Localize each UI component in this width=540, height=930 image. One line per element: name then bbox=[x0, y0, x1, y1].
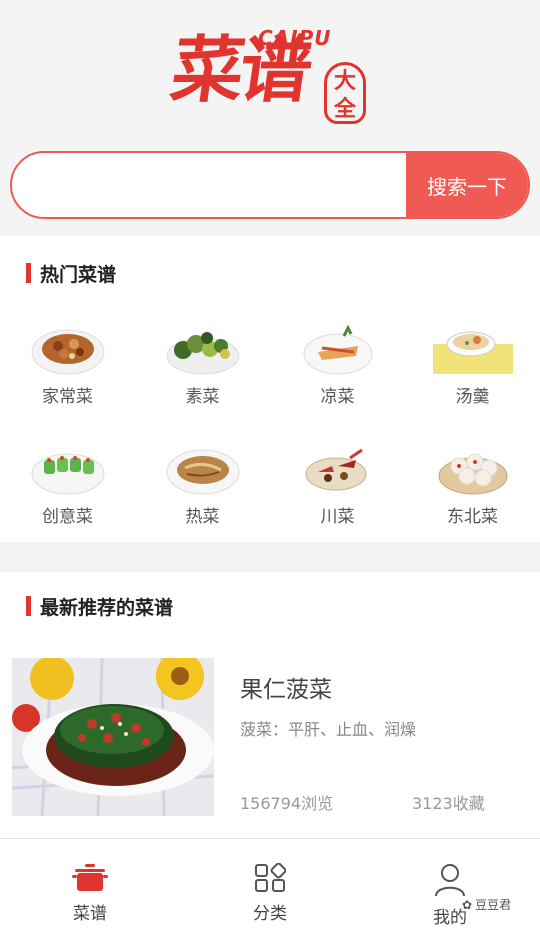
recipe-view-count: 156794浏览 bbox=[240, 794, 334, 813]
section-title-hot: 热门菜谱 bbox=[26, 260, 116, 287]
tab-mine[interactable]: 我的 bbox=[360, 839, 540, 930]
soup-icon bbox=[432, 316, 513, 378]
category-label: 汤羹 bbox=[455, 387, 490, 407]
logo-caipu-text: CAIPU bbox=[258, 26, 332, 50]
logo-seal: 大全 bbox=[324, 62, 366, 124]
category-sichuan-dish[interactable]: 川菜 bbox=[270, 436, 405, 546]
category-label: 川菜 bbox=[320, 507, 355, 527]
app-logo: 菜谱 CAIPU 大全 bbox=[166, 24, 372, 134]
hot-recipes-section: 热门菜谱 家常菜 素菜 凉菜 汤羹 创意菜 热菜 川菜 东北菜 bbox=[0, 236, 540, 542]
vegetable-dish-icon bbox=[163, 316, 243, 378]
northeast-dish-icon bbox=[433, 436, 513, 498]
home-dish-icon bbox=[28, 316, 108, 378]
category-northeast-dish[interactable]: 东北菜 bbox=[405, 436, 540, 546]
tab-label-recipes: 菜谱 bbox=[73, 904, 107, 924]
search-button[interactable]: 搜索一下 bbox=[406, 153, 528, 217]
recipe-favorite-count: 3123收藏 bbox=[412, 794, 485, 813]
category-home-dish[interactable]: 家常菜 bbox=[0, 316, 135, 426]
category-label: 素菜 bbox=[185, 387, 220, 407]
watermark-icon: ✿ bbox=[462, 897, 473, 912]
watermark-text: 豆豆君 bbox=[475, 898, 512, 912]
category-creative-dish[interactable]: 创意菜 bbox=[0, 436, 135, 546]
category-label: 东北菜 bbox=[447, 507, 498, 527]
creative-dish-icon bbox=[28, 436, 108, 498]
tab-recipes[interactable]: 菜谱 bbox=[0, 839, 180, 930]
category-label: 家常菜 bbox=[42, 387, 93, 407]
sichuan-dish-icon bbox=[298, 436, 378, 498]
tab-label-mine: 我的 bbox=[433, 908, 467, 928]
bottom-tab-bar: 菜谱 分类 我的 bbox=[0, 838, 540, 930]
latest-recipes-section: 最新推荐的菜谱 果仁菠菜 菠菜：平肝、止血、润燥 156794浏览 3123收藏 bbox=[0, 572, 540, 838]
cold-dish-icon bbox=[298, 316, 378, 378]
user-icon bbox=[435, 864, 465, 897]
category-label: 凉菜 bbox=[320, 387, 355, 407]
tab-category[interactable]: 分类 bbox=[180, 839, 360, 930]
recipe-name: 果仁菠菜 bbox=[240, 677, 332, 703]
category-grid-icon bbox=[255, 862, 287, 892]
section-title-latest: 最新推荐的菜谱 bbox=[26, 593, 173, 620]
recipe-card[interactable]: 果仁菠菜 菠菜：平肝、止血、润燥 156794浏览 3123收藏 bbox=[12, 658, 528, 818]
category-soup[interactable]: 汤羹 bbox=[405, 316, 540, 426]
tab-label-category: 分类 bbox=[253, 904, 287, 924]
pot-icon bbox=[72, 864, 108, 891]
category-cold-dish[interactable]: 凉菜 bbox=[270, 316, 405, 426]
recipe-image bbox=[12, 658, 214, 816]
category-hot-dish[interactable]: 热菜 bbox=[135, 436, 270, 546]
category-vegetable-dish[interactable]: 素菜 bbox=[135, 316, 270, 426]
watermark: ✿ 豆豆君 bbox=[462, 896, 511, 913]
search-bar: 搜索一下 bbox=[10, 151, 530, 219]
category-label: 热菜 bbox=[185, 507, 220, 527]
hot-dish-icon bbox=[163, 436, 243, 498]
category-label: 创意菜 bbox=[42, 507, 93, 527]
search-input[interactable] bbox=[12, 153, 406, 217]
header: 菜谱 CAIPU 大全 搜索一下 bbox=[0, 0, 540, 236]
recipe-description: 菠菜：平肝、止血、润燥 bbox=[240, 720, 417, 739]
